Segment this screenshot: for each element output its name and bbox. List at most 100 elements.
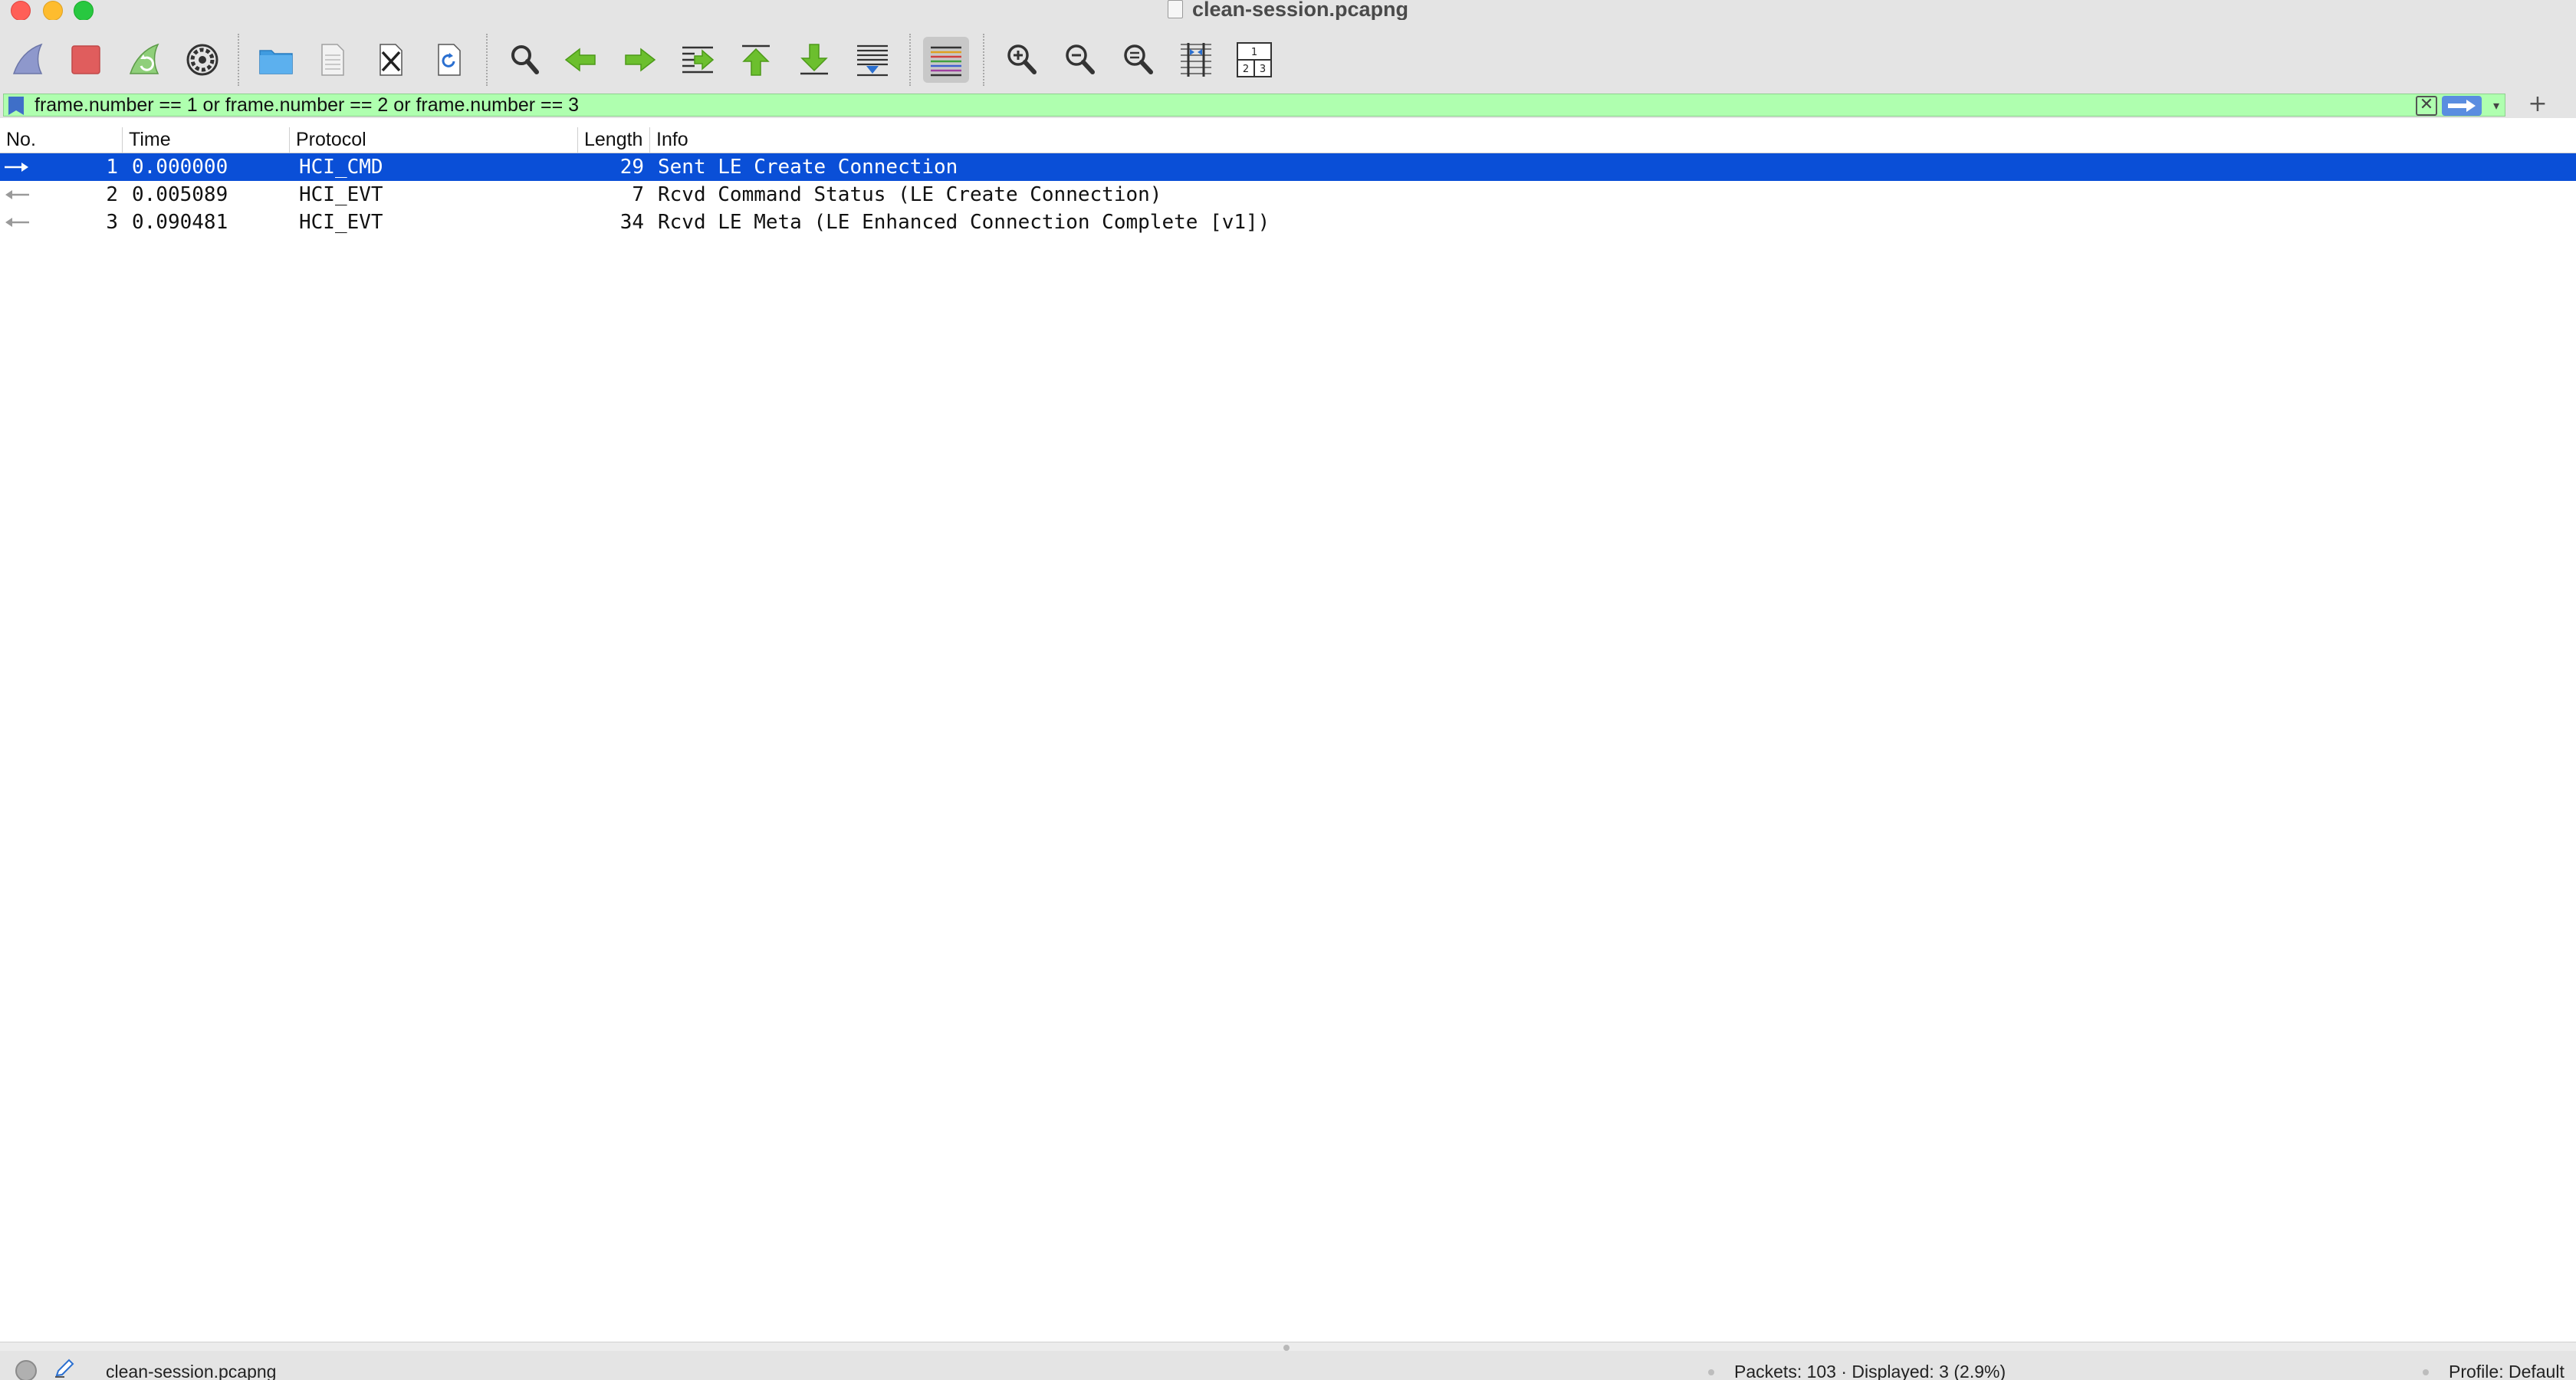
go-forward-button[interactable]	[616, 37, 662, 83]
go-back-button[interactable]	[558, 37, 604, 83]
document-reload-icon	[438, 44, 461, 76]
direction-received-icon	[3, 181, 34, 209]
packet-time: 0.005089	[132, 183, 228, 206]
stop-square-icon	[71, 45, 100, 74]
layout-label-1: 1	[1251, 47, 1257, 58]
toolbar-separator	[238, 34, 239, 86]
status-packet-count: Packets: 103 · Displayed: 3 (2.9%)	[1734, 1362, 2006, 1380]
layout-label-3: 3	[1260, 64, 1266, 75]
packet-info: Sent LE Create Connection	[658, 156, 958, 179]
stop-capture-button[interactable]	[63, 37, 109, 83]
packet-time: 0.000000	[132, 156, 228, 179]
colorize-button[interactable]	[923, 37, 969, 83]
status-bar: clean-session.pcapng Packets: 103 · Disp…	[0, 1351, 2576, 1380]
jump-to-icon	[682, 46, 715, 74]
packet-length: 29	[619, 156, 644, 179]
column-header-length[interactable]: Length	[578, 127, 650, 153]
packet-number: 1	[106, 156, 118, 179]
window-title-text: clean-session.pcapng	[1191, 0, 1409, 21]
packet-length: 34	[619, 211, 644, 234]
shark-fin-icon	[12, 43, 43, 74]
toolbar-separator	[909, 34, 911, 86]
toolbar-separator	[486, 34, 488, 86]
status-separator	[2423, 1369, 2429, 1375]
restart-capture-button[interactable]	[121, 37, 167, 83]
clear-filter-icon[interactable]: ✕	[2416, 96, 2437, 116]
status-separator	[1708, 1369, 1714, 1375]
packet-number: 2	[106, 183, 118, 206]
packet-time: 0.090481	[132, 211, 228, 234]
zoom-reset-button[interactable]	[1115, 37, 1161, 83]
column-header-protocol[interactable]: Protocol	[290, 127, 578, 153]
arrow-bottom-icon	[800, 44, 828, 75]
shark-fin-restart-icon	[129, 43, 159, 74]
go-to-packet-button[interactable]	[675, 37, 721, 83]
packet-length: 7	[632, 183, 644, 206]
pane-layout-icon: 1 2 3	[1237, 42, 1272, 77]
add-filter-button-icon[interactable]: +	[2525, 92, 2550, 117]
expert-info-led-icon[interactable]	[15, 1360, 37, 1380]
direction-received-icon	[3, 209, 34, 236]
status-file-name: clean-session.pcapng	[106, 1362, 277, 1380]
layout-label-2: 2	[1243, 64, 1249, 75]
display-filter-input[interactable]	[34, 94, 2396, 116]
apply-filter-icon[interactable]	[2442, 96, 2482, 116]
toolbar-separator	[983, 34, 984, 86]
go-first-button[interactable]	[733, 37, 779, 83]
wireshark-window: clean-session.pcapng 1 2 3 frame.number …	[0, 0, 2576, 1380]
magnifier-icon	[511, 45, 539, 74]
packet-number: 3	[106, 211, 118, 234]
capture-options-button[interactable]	[179, 37, 225, 83]
table-row[interactable]: 2 0.005089 HCI_EVT 7 Rcvd Command Status…	[0, 181, 2576, 209]
packet-list-header: No. Time Protocol Length Info	[0, 127, 2576, 153]
packet-info: Rcvd Command Status (LE Create Connectio…	[658, 183, 1162, 206]
colorize-lines-icon	[931, 46, 961, 77]
table-row[interactable]: 1 0.000000 HCI_CMD 29 Sent LE Create Con…	[0, 153, 2576, 181]
arrow-right-icon	[2448, 100, 2476, 112]
gear-icon	[186, 44, 219, 76]
folder-icon	[259, 50, 293, 74]
packet-info: Rcvd LE Meta (LE Enhanced Connection Com…	[658, 211, 1270, 234]
document-icon	[321, 44, 344, 76]
packet-protocol: HCI_EVT	[299, 183, 383, 206]
arrow-left-icon	[564, 48, 596, 72]
chevron-down-icon[interactable]: ▾	[2488, 97, 2505, 114]
zoom-in-icon	[1007, 44, 1037, 74]
zoom-reset-icon	[1124, 44, 1153, 74]
zoom-out-icon	[1066, 44, 1095, 74]
resize-columns-icon	[1181, 43, 1211, 77]
splitter-handle[interactable]	[1283, 1345, 1290, 1351]
document-icon	[1167, 0, 1183, 18]
start-capture-button[interactable]	[5, 37, 51, 83]
display-filter-bar: ✕ ▾ +	[0, 92, 2576, 118]
document-close-icon	[380, 44, 402, 76]
reload-file-button[interactable]	[426, 37, 472, 83]
capture-comment-icon[interactable]	[54, 1359, 77, 1378]
bookmark-icon[interactable]	[8, 97, 24, 115]
direction-sent-icon	[3, 153, 34, 181]
layout-button[interactable]: 1 2 3	[1231, 37, 1277, 83]
autoscroll-icon	[857, 44, 888, 77]
column-header-info[interactable]: Info	[650, 127, 2576, 153]
window-title: clean-session.pcapng	[0, 0, 2576, 20]
packet-protocol: HCI_CMD	[299, 156, 383, 179]
status-profile[interactable]: Profile: Default	[2449, 1362, 2564, 1380]
arrow-right-icon	[625, 48, 656, 72]
title-bar: clean-session.pcapng	[0, 0, 2576, 21]
table-row[interactable]: 3 0.090481 HCI_EVT 34 Rcvd LE Meta (LE E…	[0, 209, 2576, 236]
arrow-top-icon	[742, 44, 770, 76]
column-header-no[interactable]: No.	[0, 127, 123, 153]
zoom-in-button[interactable]	[998, 37, 1044, 83]
save-file-button[interactable]	[310, 37, 356, 83]
resize-columns-button[interactable]	[1173, 37, 1219, 83]
find-packet-button[interactable]	[501, 37, 547, 83]
main-toolbar: 1 2 3	[0, 20, 2576, 92]
packet-list: 1 0.000000 HCI_CMD 29 Sent LE Create Con…	[0, 153, 2576, 236]
auto-scroll-button[interactable]	[849, 37, 895, 83]
go-last-button[interactable]	[791, 37, 837, 83]
open-file-button[interactable]	[253, 37, 299, 83]
close-file-button[interactable]	[368, 37, 414, 83]
zoom-out-button[interactable]	[1056, 37, 1102, 83]
column-header-time[interactable]: Time	[123, 127, 290, 153]
packet-protocol: HCI_EVT	[299, 211, 383, 234]
